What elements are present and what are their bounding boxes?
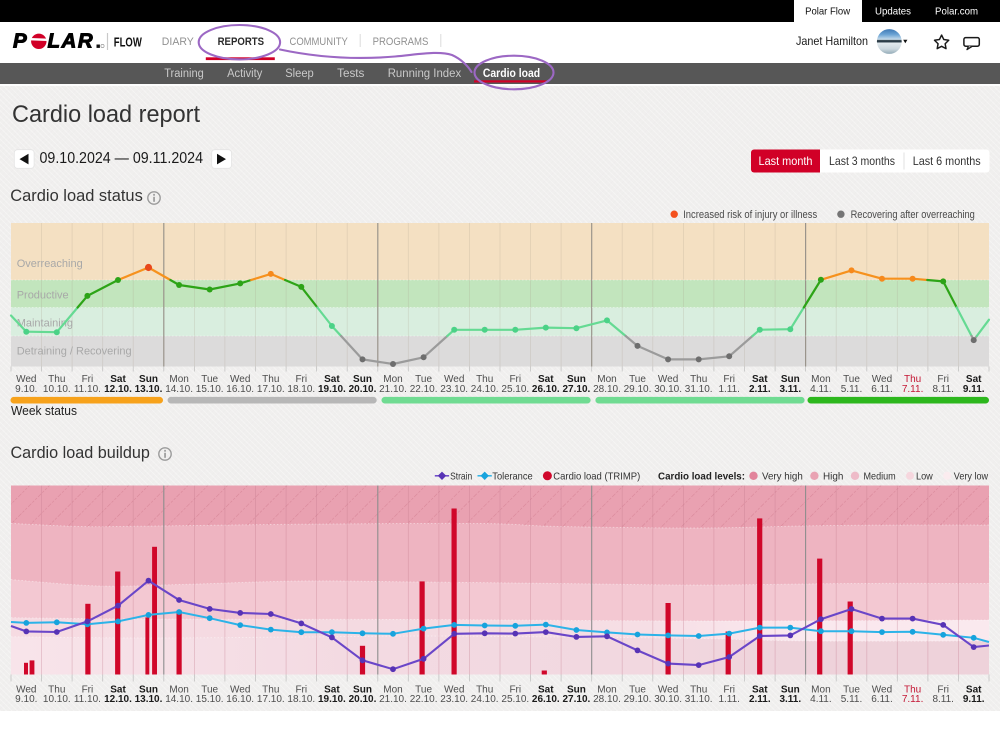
- svg-text:3.11.: 3.11.: [779, 694, 801, 705]
- svg-text:22.10.: 22.10.: [410, 384, 438, 395]
- svg-text:17.10.: 17.10.: [257, 384, 285, 395]
- svg-text:28.10.: 28.10.: [593, 384, 621, 395]
- svg-text:13.10.: 13.10.: [135, 694, 163, 705]
- svg-text:11.10.: 11.10.: [74, 384, 101, 395]
- svg-text:26.10.: 26.10.: [532, 694, 560, 705]
- svg-text:24.10.: 24.10.: [471, 384, 499, 395]
- svg-text:4.11.: 4.11.: [810, 384, 832, 395]
- svg-text:8.11.: 8.11.: [932, 694, 954, 705]
- svg-text:15.10.: 15.10.: [196, 694, 224, 705]
- svg-text:5.11.: 5.11.: [841, 694, 863, 705]
- svg-text:5.11.: 5.11.: [841, 384, 863, 395]
- svg-text:6.11.: 6.11.: [871, 694, 893, 705]
- svg-text:27.10.: 27.10.: [562, 384, 590, 395]
- svg-text:Overreaching: Overreaching: [17, 258, 83, 270]
- svg-text:11.10.: 11.10.: [74, 694, 101, 705]
- svg-text:31.10.: 31.10.: [685, 694, 713, 705]
- svg-text:18.10.: 18.10.: [287, 384, 315, 395]
- svg-text:14.10.: 14.10.: [165, 694, 193, 705]
- svg-text:29.10.: 29.10.: [624, 384, 652, 395]
- svg-text:3.11.: 3.11.: [779, 384, 801, 395]
- svg-text:12.10.: 12.10.: [104, 694, 132, 705]
- svg-text:31.10.: 31.10.: [685, 384, 713, 395]
- svg-text:22.10.: 22.10.: [410, 694, 438, 705]
- svg-text:21.10.: 21.10.: [379, 384, 407, 395]
- svg-text:28.10.: 28.10.: [593, 694, 621, 705]
- svg-text:18.10.: 18.10.: [287, 694, 315, 705]
- svg-text:12.10.: 12.10.: [104, 384, 132, 395]
- svg-text:19.10.: 19.10.: [318, 384, 346, 395]
- svg-text:20.10.: 20.10.: [349, 694, 377, 705]
- svg-text:27.10.: 27.10.: [562, 694, 590, 705]
- svg-text:10.10.: 10.10.: [43, 384, 71, 395]
- svg-text:14.10.: 14.10.: [165, 384, 193, 395]
- svg-text:1.11.: 1.11.: [718, 694, 740, 705]
- svg-text:9.11.: 9.11.: [963, 384, 985, 395]
- svg-text:17.10.: 17.10.: [257, 694, 285, 705]
- svg-text:6.11.: 6.11.: [871, 384, 893, 395]
- svg-text:7.11.: 7.11.: [902, 694, 924, 705]
- svg-text:Productive: Productive: [17, 290, 69, 302]
- svg-text:13.10.: 13.10.: [135, 384, 163, 395]
- svg-text:16.10.: 16.10.: [226, 694, 254, 705]
- svg-text:23.10.: 23.10.: [440, 384, 468, 395]
- svg-text:9.11.: 9.11.: [963, 694, 985, 705]
- svg-text:30.10.: 30.10.: [654, 694, 682, 705]
- svg-text:10.10.: 10.10.: [43, 694, 71, 705]
- svg-text:15.10.: 15.10.: [196, 384, 224, 395]
- svg-text:26.10.: 26.10.: [532, 384, 560, 395]
- svg-text:29.10.: 29.10.: [624, 694, 652, 705]
- svg-text:2.11.: 2.11.: [749, 384, 771, 395]
- svg-text:9.10.: 9.10.: [15, 384, 37, 395]
- svg-text:8.11.: 8.11.: [932, 384, 954, 395]
- svg-text:Detraining / Recovering: Detraining / Recovering: [17, 346, 132, 358]
- svg-text:24.10.: 24.10.: [471, 694, 499, 705]
- svg-text:21.10.: 21.10.: [379, 694, 407, 705]
- svg-text:20.10.: 20.10.: [349, 384, 377, 395]
- svg-text:23.10.: 23.10.: [440, 694, 468, 705]
- svg-text:1.11.: 1.11.: [718, 384, 740, 395]
- svg-text:2.11.: 2.11.: [749, 694, 771, 705]
- svg-text:16.10.: 16.10.: [226, 384, 254, 395]
- svg-text:25.10.: 25.10.: [501, 384, 529, 395]
- svg-text:9.10.: 9.10.: [15, 694, 37, 705]
- svg-text:7.11.: 7.11.: [902, 384, 924, 395]
- svg-text:19.10.: 19.10.: [318, 694, 346, 705]
- svg-text:4.11.: 4.11.: [810, 694, 832, 705]
- svg-text:25.10.: 25.10.: [501, 694, 529, 705]
- svg-text:30.10.: 30.10.: [654, 384, 682, 395]
